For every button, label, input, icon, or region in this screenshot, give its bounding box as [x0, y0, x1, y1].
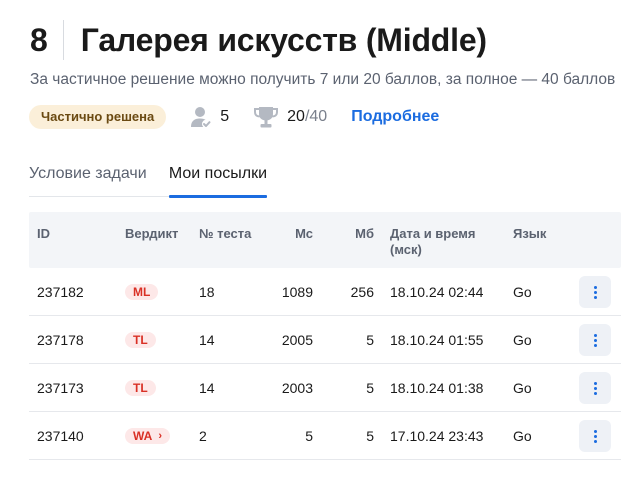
cell-mb: 5: [366, 380, 374, 396]
cell-mb: 5: [366, 332, 374, 348]
header-id: ID: [37, 226, 50, 241]
cell-id: 237178: [37, 332, 84, 348]
user-check-icon: [190, 105, 212, 129]
cell-datetime: 18.10.24 01:55: [390, 332, 484, 348]
cell-mb: 5: [366, 428, 374, 444]
cell-lang: Go: [513, 380, 532, 396]
cell-ms: 2005: [281, 332, 313, 348]
solvers-value: 5: [220, 108, 230, 125]
verdict-badge: TL: [125, 332, 156, 348]
row-menu-button[interactable]: [579, 420, 611, 452]
table-row: 237182 ML 18 1089 256 18.10.24 02:44 Go: [29, 268, 621, 316]
tab-my-submissions[interactable]: Мои посылки: [168, 160, 268, 198]
table-row: 237140 WA › 2 5 5 17.10.24 23:43 Go: [29, 412, 621, 460]
more-vertical-icon: [593, 429, 597, 433]
score: 20/40: [253, 105, 327, 129]
verdict-badge: ML: [125, 284, 159, 300]
cell-lang: Go: [513, 284, 532, 300]
cell-test: 14: [199, 332, 215, 348]
scoring-description: За частичное решение можно получить 7 ил…: [30, 71, 616, 88]
cell-test: 2: [199, 428, 207, 444]
cell-ms: 2003: [281, 380, 313, 396]
cell-mb: 256: [350, 284, 374, 300]
table-header: ID Вердикт № теста Мс Мб Дата и время (мс…: [29, 212, 621, 268]
tabs: Условие задачи Мои посылки: [29, 160, 268, 198]
task-meta: Частично решена 5 20/40 Подробнее: [29, 104, 439, 130]
score-value: 20/40: [287, 108, 327, 126]
header-test: № теста: [199, 226, 252, 241]
header-lang: Язык: [513, 226, 547, 241]
cell-id: 237140: [37, 428, 84, 444]
verdict-badge: TL: [125, 380, 156, 396]
cell-lang: Go: [513, 332, 532, 348]
cell-datetime: 18.10.24 02:44: [390, 284, 484, 300]
table-row: 237178 TL 14 2005 5 18.10.24 01:55 Go: [29, 316, 621, 364]
more-vertical-icon: [593, 333, 597, 337]
details-link[interactable]: Подробнее: [351, 108, 439, 126]
submissions-table: ID Вердикт № теста Мс Мб Дата и время (мс…: [29, 212, 621, 460]
cell-id: 237173: [37, 380, 84, 396]
header-mb: Мб: [355, 226, 374, 241]
row-menu-button[interactable]: [579, 276, 611, 308]
more-vertical-icon: [593, 381, 597, 385]
verdict-code: TL: [133, 333, 148, 347]
score-earned: 20: [287, 108, 305, 125]
page-title: Галерея искусств (Middle): [80, 21, 487, 58]
cell-lang: Go: [513, 428, 532, 444]
table-row: 237173 TL 14 2003 5 18.10.24 01:38 Go: [29, 364, 621, 412]
header-datetime-tz: (мск): [390, 242, 422, 257]
page-header: 8 Галерея искусств (Middle): [30, 20, 487, 60]
header-ms: Мс: [295, 226, 313, 241]
cell-test: 14: [199, 380, 215, 396]
chevron-right-icon: ›: [158, 430, 163, 442]
row-menu-button[interactable]: [579, 372, 611, 404]
header-datetime: Дата и время (мск): [390, 226, 476, 258]
row-menu-button[interactable]: [579, 324, 611, 356]
header-verdict: Вердикт: [125, 226, 179, 241]
solvers-count: 5: [190, 105, 229, 129]
more-vertical-icon: [593, 285, 597, 289]
cell-datetime: 17.10.24 23:43: [390, 428, 484, 444]
header-divider: [62, 20, 64, 60]
verdict-badge[interactable]: WA ›: [125, 428, 171, 444]
score-max: /40: [304, 108, 328, 125]
verdict-code: WA: [133, 429, 153, 443]
cell-ms: 5: [305, 428, 313, 444]
verdict-code: TL: [133, 381, 148, 395]
header-datetime-label: Дата и время: [390, 226, 476, 241]
tab-problem-statement[interactable]: Условие задачи: [29, 160, 169, 197]
cell-datetime: 18.10.24 01:38: [390, 380, 484, 396]
verdict-code: ML: [133, 285, 151, 299]
trophy-icon: [253, 105, 279, 129]
cell-test: 18: [199, 284, 215, 300]
cell-ms: 1089: [281, 284, 313, 300]
cell-id: 237182: [37, 284, 84, 300]
status-badge: Частично решена: [29, 105, 167, 129]
task-number: 8: [30, 21, 48, 58]
